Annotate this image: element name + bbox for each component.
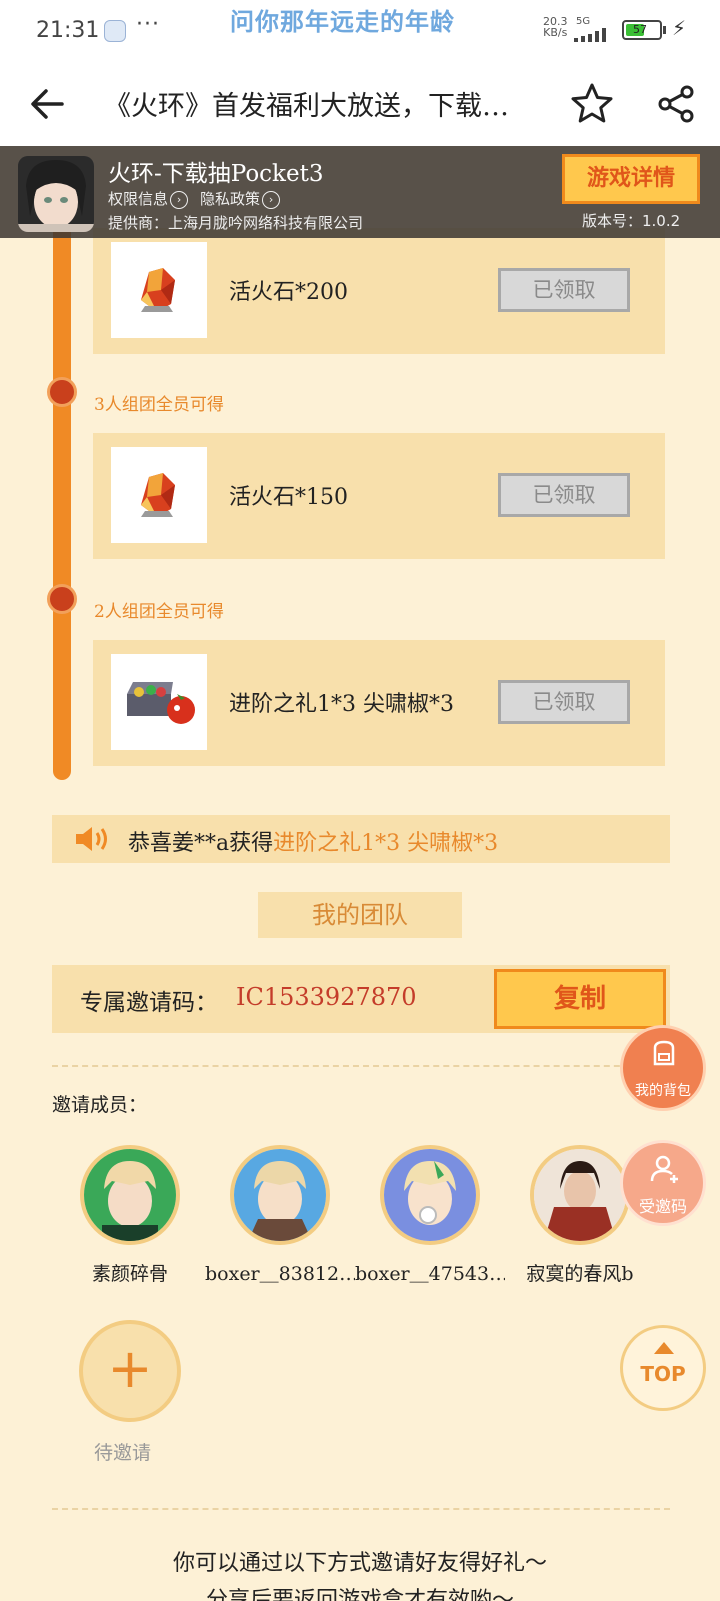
chevron-right-icon: › bbox=[170, 190, 189, 209]
signal-icon bbox=[574, 28, 606, 42]
person-add-icon bbox=[650, 1155, 678, 1183]
pending-invite-label: 待邀请 bbox=[94, 1442, 152, 1464]
provider-text: 提供商：上海月胧吟网络科技有限公司 bbox=[108, 214, 364, 232]
member-item[interactable]: boxer＿47543… bbox=[355, 1145, 505, 1286]
member-item[interactable]: boxer＿83812… bbox=[205, 1145, 355, 1286]
member-name: boxer＿47543… bbox=[355, 1263, 505, 1285]
invite-code-value: IC1533927870 bbox=[236, 983, 417, 1011]
game-title: 火环-下载抽Pocket3 bbox=[108, 161, 324, 187]
timeline-bar bbox=[53, 230, 71, 780]
copy-button[interactable]: 复制 bbox=[494, 969, 666, 1029]
battery-icon: 57 bbox=[622, 20, 666, 40]
favorite-star-icon[interactable] bbox=[568, 80, 616, 128]
reward-card: 活火石*150 已领取 bbox=[93, 433, 665, 559]
reward-card: 进阶之礼1*3 尖啸椒*3 已领取 bbox=[93, 640, 665, 766]
notice-text: 恭喜姜**a获得进阶之礼1*3 尖啸椒*3 bbox=[128, 831, 499, 856]
invited-code-button[interactable]: 受邀码 bbox=[620, 1140, 706, 1226]
up-arrow-icon bbox=[654, 1342, 674, 1354]
member-avatar bbox=[380, 1145, 480, 1245]
status-time: 21:31 bbox=[36, 18, 100, 43]
member-avatar bbox=[80, 1145, 180, 1245]
timeline-node bbox=[47, 584, 77, 614]
version-text: 版本号：1.0.2 bbox=[582, 212, 681, 230]
game-detail-button[interactable]: 游戏详情 bbox=[562, 154, 700, 204]
status-lyric-text: 问你那年远走的年龄 bbox=[230, 8, 455, 36]
invite-tip-line1: 你可以通过以下方式邀请好友得好礼～ bbox=[172, 1551, 547, 1576]
permissions-link[interactable]: 权限信息 bbox=[108, 190, 168, 208]
tier-label: 2人组团全员可得 bbox=[94, 602, 224, 622]
add-member-button[interactable]: + bbox=[79, 1320, 181, 1422]
back-to-top-button[interactable]: TOP bbox=[620, 1325, 706, 1411]
share-icon[interactable] bbox=[654, 82, 698, 126]
charging-icon: ⚡ bbox=[672, 16, 687, 40]
treasure-chest-pepper-icon bbox=[111, 654, 207, 750]
my-bag-button[interactable]: 我的背包 bbox=[620, 1025, 706, 1111]
speaker-icon bbox=[76, 827, 107, 851]
claimed-button[interactable]: 已领取 bbox=[498, 473, 630, 517]
game-info-banner: 火环-下载抽Pocket3 权限信息 › 隐私政策 › 提供商：上海月胧吟网络科技有限… bbox=[0, 146, 720, 238]
status-bar: 21:31 ··· 问你那年远走的年龄 20.3 KB/s 5G 57 ⚡ bbox=[0, 0, 720, 62]
reward-card: 活火石*200 已领取 bbox=[93, 228, 665, 354]
banner-links: 权限信息 › 隐私政策 › bbox=[108, 188, 292, 209]
my-bag-label: 我的背包 bbox=[635, 1083, 691, 1099]
privacy-link[interactable]: 隐私政策 bbox=[200, 190, 260, 208]
member-name: boxer＿83812… bbox=[205, 1263, 355, 1285]
back-to-top-label: TOP bbox=[640, 1362, 686, 1386]
tier-label: 3人组团全员可得 bbox=[94, 395, 224, 415]
game-icon bbox=[18, 156, 94, 232]
back-arrow-icon[interactable] bbox=[26, 82, 70, 126]
reward-name: 活火石*200 bbox=[229, 280, 348, 305]
net-speed: 20.3 KB/s bbox=[543, 15, 568, 39]
backpack-icon bbox=[653, 1040, 675, 1066]
chevron-right-icon: › bbox=[262, 190, 281, 209]
member-avatar bbox=[230, 1145, 330, 1245]
reward-name: 活火石*150 bbox=[229, 485, 348, 510]
members-label: 邀请成员： bbox=[52, 1094, 148, 1116]
nav-bar: 《火环》首发福利大放送，下载抽Pocket3 bbox=[0, 62, 720, 146]
invited-code-label: 受邀码 bbox=[638, 1197, 687, 1216]
timeline-node bbox=[47, 377, 77, 407]
member-item[interactable]: 素颜碎骨 bbox=[55, 1145, 205, 1286]
fire-stone-icon bbox=[111, 447, 207, 543]
claimed-button[interactable]: 已领取 bbox=[498, 268, 630, 312]
member-avatar bbox=[530, 1145, 630, 1245]
invite-code-label: 专属邀请码： bbox=[80, 990, 218, 1016]
notification-app-icon bbox=[104, 20, 126, 42]
divider bbox=[52, 1508, 670, 1510]
winner-notice: 恭喜姜**a获得进阶之礼1*3 尖啸椒*3 bbox=[52, 815, 670, 863]
member-name: 素颜碎骨 bbox=[91, 1263, 168, 1285]
claimed-button[interactable]: 已领取 bbox=[498, 680, 630, 724]
my-team-title: 我的团队 bbox=[258, 892, 462, 938]
reward-name: 进阶之礼1*3 尖啸椒*3 bbox=[229, 692, 454, 717]
more-notifications-icon: ··· bbox=[136, 12, 160, 37]
fire-stone-icon bbox=[111, 242, 207, 338]
invite-tip-line2: 分享后要返回游戏盒才有效哟～ bbox=[205, 1588, 514, 1601]
member-name: 寂寞的春风b bbox=[526, 1263, 634, 1285]
divider bbox=[52, 1065, 670, 1067]
network-type: 5G bbox=[576, 16, 591, 27]
battery-level: 57 bbox=[633, 23, 647, 36]
page-title: 《火环》首发福利大放送，下载抽Pocket3 bbox=[104, 91, 514, 122]
